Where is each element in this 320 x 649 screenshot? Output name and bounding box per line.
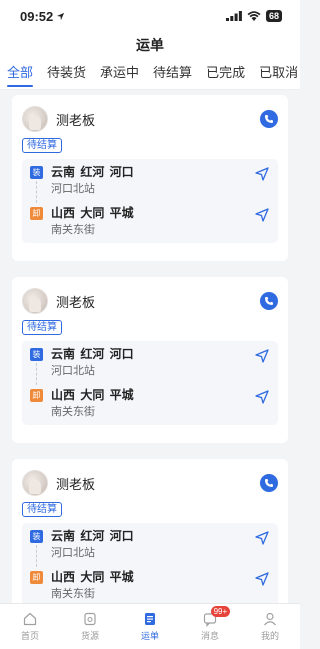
- clock-text: 09:52: [20, 8, 54, 24]
- shipper-name: 测老板: [56, 112, 96, 128]
- unload-address: 南关东街: [51, 224, 95, 236]
- avatar: [22, 470, 48, 496]
- tab-pending-settle[interactable]: 待结算: [153, 58, 192, 89]
- navigate-icon[interactable]: [254, 389, 270, 405]
- page-title: 运单: [136, 37, 164, 53]
- unload-stop: 卸 山西 大同 平城 南关东街: [30, 388, 270, 419]
- battery-indicator: 68: [265, 10, 282, 22]
- nav-home-label: 首页: [20, 631, 39, 641]
- cargo-icon: [84, 612, 96, 626]
- nav-cargo[interactable]: 货源: [60, 604, 120, 649]
- tab-cancelled[interactable]: 已取消: [259, 58, 298, 89]
- order-list[interactable]: 测老板 待结算 装 云南 红河 河口 河口北站 卸 山西 大同 平城 南关东街: [0, 90, 300, 603]
- nav-home[interactable]: 首页: [0, 604, 60, 649]
- tab-completed[interactable]: 已完成: [206, 58, 245, 89]
- order-card[interactable]: 测老板 待结算 装 云南 红河 河口 河口北站 卸 山西 大同 平城 南关东街: [12, 277, 288, 443]
- unload-tag: 卸: [30, 389, 43, 402]
- avatar: [22, 106, 48, 132]
- location-arrow-icon: [57, 12, 65, 20]
- wifi-icon: [247, 11, 261, 21]
- call-button[interactable]: [260, 292, 278, 310]
- status-badge: 待结算: [22, 320, 62, 335]
- unload-tag: 卸: [30, 207, 43, 220]
- load-stop: 装 云南 红河 河口 河口北站: [30, 529, 270, 560]
- tab-in-transit[interactable]: 承运中: [100, 58, 139, 89]
- load-address: 河口北站: [51, 547, 95, 559]
- nav-waybill[interactable]: 运单: [120, 604, 180, 649]
- bottom-tab-bar: 首页 货源 运单 99+ 消息 我的: [0, 603, 300, 649]
- unload-city: 山西 大同 平城: [51, 570, 134, 584]
- status-tabs: 全部 待装货 承运中 待结算 已完成 已取消: [0, 58, 300, 90]
- card-header: 测老板: [22, 286, 278, 316]
- tab-pending-load[interactable]: 待装货: [47, 58, 86, 89]
- load-stop: 装 云南 红河 河口 河口北站: [30, 347, 270, 378]
- navigate-icon[interactable]: [254, 571, 270, 587]
- load-tag: 装: [30, 166, 43, 179]
- home-icon: [23, 612, 37, 626]
- unload-city: 山西 大同 平城: [51, 206, 134, 220]
- nav-profile[interactable]: 我的: [240, 604, 300, 649]
- navigate-icon[interactable]: [254, 207, 270, 223]
- navigate-icon[interactable]: [254, 348, 270, 364]
- signal-icon: [225, 11, 242, 21]
- load-city: 云南 红河 河口: [51, 347, 134, 361]
- tab-all[interactable]: 全部: [7, 58, 34, 89]
- nav-messages[interactable]: 99+ 消息: [180, 604, 240, 649]
- unload-address: 南关东街: [51, 588, 95, 600]
- load-tag: 装: [30, 348, 43, 361]
- status-badge: 待结算: [22, 138, 62, 153]
- load-city: 云南 红河 河口: [51, 529, 134, 543]
- unload-tag: 卸: [30, 571, 43, 584]
- card-header: 测老板: [22, 104, 278, 134]
- profile-icon: [264, 612, 276, 626]
- card-header: 测老板: [22, 468, 278, 498]
- call-button[interactable]: [260, 110, 278, 128]
- nav-cargo-label: 货源: [80, 631, 99, 641]
- route-box: 装 云南 红河 河口 河口北站 卸 山西 大同 平城 南关东街: [22, 341, 278, 425]
- phone-icon: [265, 297, 273, 305]
- phone-icon: [265, 115, 273, 123]
- navigate-icon[interactable]: [254, 530, 270, 546]
- shipper-name: 测老板: [56, 476, 96, 492]
- avatar: [22, 288, 48, 314]
- unload-city: 山西 大同 平城: [51, 388, 134, 402]
- phone-icon: [265, 479, 273, 487]
- status-badge: 待结算: [22, 502, 62, 517]
- load-stop: 装 云南 红河 河口 河口北站: [30, 165, 270, 196]
- route-box: 装 云南 红河 河口 河口北站 卸 山西 大同 平城 南关东街: [22, 159, 278, 243]
- shipper-name: 测老板: [56, 294, 96, 310]
- load-tag: 装: [30, 530, 43, 543]
- unload-stop: 卸 山西 大同 平城 南关东街: [30, 570, 270, 601]
- status-time: 09:52: [20, 9, 65, 24]
- load-address: 河口北站: [51, 183, 95, 195]
- load-address: 河口北站: [51, 365, 95, 377]
- nav-waybill-label: 运单: [140, 631, 159, 641]
- status-icons: 68: [225, 10, 282, 22]
- status-bar: 09:52 68: [0, 0, 300, 32]
- navigate-icon[interactable]: [254, 166, 270, 182]
- unload-address: 南关东街: [51, 406, 95, 418]
- nav-messages-label: 消息: [200, 631, 219, 641]
- waybill-icon: [145, 613, 155, 625]
- order-card[interactable]: 测老板 待结算 装 云南 红河 河口 河口北站 卸 山西 大同 平城 南关东街: [12, 95, 288, 261]
- route-box: 装 云南 红河 河口 河口北站 卸 山西 大同 平城 南关东街: [22, 523, 278, 603]
- order-card[interactable]: 测老板 待结算 装 云南 红河 河口 河口北站 卸 山西 大同 平城 南关东街: [12, 459, 288, 603]
- nav-profile-label: 我的: [260, 631, 279, 641]
- nav-bar: 运单: [0, 32, 300, 58]
- call-button[interactable]: [260, 474, 278, 492]
- unload-stop: 卸 山西 大同 平城 南关东街: [30, 206, 270, 237]
- message-count-badge: 99+: [210, 606, 231, 617]
- load-city: 云南 红河 河口: [51, 165, 134, 179]
